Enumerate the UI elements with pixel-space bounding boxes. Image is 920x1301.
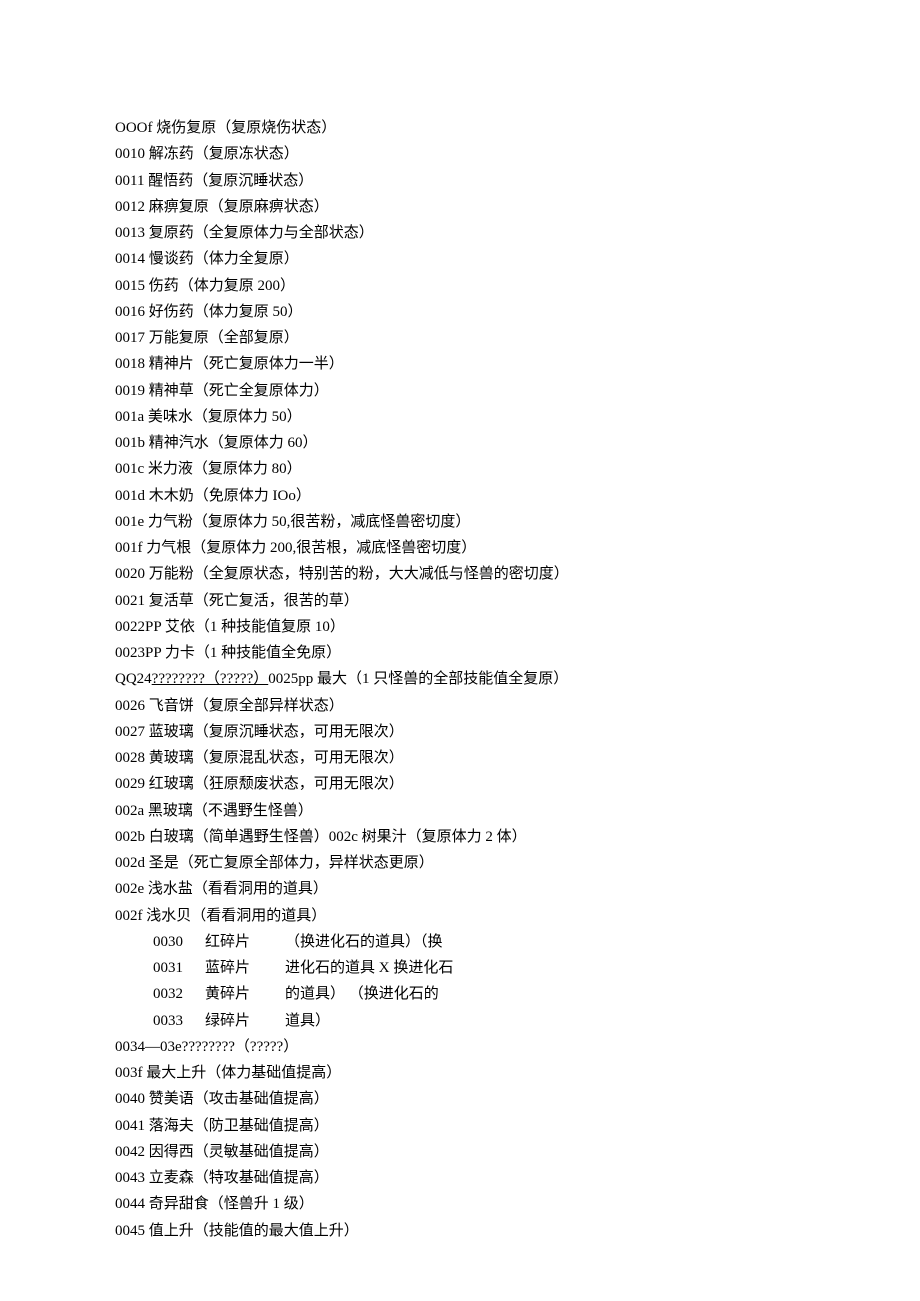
item-line: 0028 黄玻璃（复原混乱状态，可用无限次） — [115, 745, 820, 771]
item-line: 0029 红玻璃（狂原颓废状态，可用无限次） — [115, 771, 820, 797]
item-line: 0026 飞音饼（复原全部异样状态） — [115, 693, 820, 719]
item-indented-row: 0030 红碎片 （换进化石的道具）（换 — [115, 929, 820, 955]
item-line: 001c 米力液（复原体力 80） — [115, 456, 820, 482]
item-line: 0021 复活草（死亡复活，很苦的草） — [115, 588, 820, 614]
item-line: 002e 浅水盐（看看洞用的道具） — [115, 876, 820, 902]
item-line: 0010 解冻药（复原冻状态） — [115, 141, 820, 167]
item-desc: 进化石的道具 X 换进化石 — [285, 955, 820, 981]
item-code: QQ24 — [115, 671, 152, 687]
document-page: OOOf 烧伤复原（复原烧伤状态） 0010 解冻药（复原冻状态） 0011 醒… — [0, 0, 920, 1294]
item-line: 0041 落海夫（防卫基础值提高） — [115, 1113, 820, 1139]
underlined-text: ????????（?????） — [152, 671, 269, 687]
item-text: 0025pp 最大（1 只怪兽的全部技能值全复原） — [268, 671, 568, 687]
item-line: 0011 醒悟药（复原沉睡状态） — [115, 168, 820, 194]
item-line: QQ24????????（?????）0025pp 最大（1 只怪兽的全部技能值… — [115, 666, 820, 692]
item-code: 0032 — [115, 981, 205, 1007]
item-line: 0018 精神片（死亡复原体力一半） — [115, 351, 820, 377]
item-line: 0034—03e????????（?????） — [115, 1034, 820, 1060]
item-line: 001e 力气粉（复原体力 50,很苦粉，减底怪兽密切度） — [115, 509, 820, 535]
item-line: 0042 因得西（灵敏基础值提高） — [115, 1139, 820, 1165]
item-indented-row: 0031 蓝碎片 进化石的道具 X 换进化石 — [115, 955, 820, 981]
item-line: 0013 复原药（全复原体力与全部状态） — [115, 220, 820, 246]
item-line: 0043 立麦森（特攻基础值提高） — [115, 1165, 820, 1191]
item-line: 001b 精神汽水（复原体力 60） — [115, 430, 820, 456]
item-line: 0045 值上升（技能值的最大值上升） — [115, 1218, 820, 1244]
item-name: 蓝碎片 — [205, 955, 285, 981]
item-desc: 道具） — [285, 1008, 820, 1034]
item-line: 001d 木木奶（免原体力 IOo） — [115, 483, 820, 509]
item-line: 002b 白玻璃（简单遇野生怪兽）002c 树果汁（复原体力 2 体） — [115, 824, 820, 850]
item-line: 0044 奇异甜食（怪兽升 1 级） — [115, 1191, 820, 1217]
item-line: 0016 好伤药（体力复原 50） — [115, 299, 820, 325]
item-line: 003f 最大上升（体力基础值提高） — [115, 1060, 820, 1086]
item-line: OOOf 烧伤复原（复原烧伤状态） — [115, 115, 820, 141]
item-line: 001a 美味水（复原体力 50） — [115, 404, 820, 430]
item-line: 0023PP 力卡（1 种技能值全免原） — [115, 640, 820, 666]
item-line: 0022PP 艾依（1 种技能值复原 10） — [115, 614, 820, 640]
item-line: 0027 蓝玻璃（复原沉睡状态，可用无限次） — [115, 719, 820, 745]
item-line: 001f 力气根（复原体力 200,很苦根，减底怪兽密切度） — [115, 535, 820, 561]
item-line: 002a 黑玻璃（不遇野生怪兽） — [115, 798, 820, 824]
item-line: 002d 圣是（死亡复原全部体力，异样状态更原） — [115, 850, 820, 876]
item-line: 0019 精神草（死亡全复原体力） — [115, 378, 820, 404]
item-name: 红碎片 — [205, 929, 285, 955]
item-desc: 的道具） （换进化石的 — [285, 981, 820, 1007]
item-line: 002f 浅水贝（看看洞用的道具） — [115, 903, 820, 929]
item-name: 黄碎片 — [205, 981, 285, 1007]
item-desc: （换进化石的道具）（换 — [285, 929, 820, 955]
item-line: 0017 万能复原（全部复原） — [115, 325, 820, 351]
item-indented-row: 0032 黄碎片 的道具） （换进化石的 — [115, 981, 820, 1007]
item-name: 绿碎片 — [205, 1008, 285, 1034]
item-line: 0020 万能粉（全复原状态，特别苦的粉，大大减低与怪兽的密切度） — [115, 561, 820, 587]
item-line: 0040 赞美语（攻击基础值提高） — [115, 1086, 820, 1112]
item-code: 0033 — [115, 1008, 205, 1034]
item-line: 0014 慢谈药（体力全复原） — [115, 246, 820, 272]
item-indented-row: 0033 绿碎片 道具） — [115, 1008, 820, 1034]
item-line: 0012 麻痹复原（复原麻痹状态） — [115, 194, 820, 220]
item-code: 0030 — [115, 929, 205, 955]
item-line: 0015 伤药（体力复原 200） — [115, 273, 820, 299]
item-code: 0031 — [115, 955, 205, 981]
